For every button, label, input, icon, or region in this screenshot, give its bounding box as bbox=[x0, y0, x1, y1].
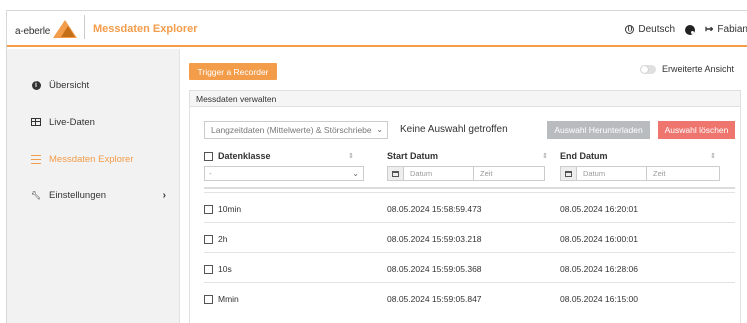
app-title: Messdaten Explorer bbox=[93, 23, 198, 35]
cell-start: 08.05.2024 15:58:59.473 bbox=[387, 204, 482, 214]
cell-start: 08.05.2024 15:59:05.368 bbox=[387, 264, 482, 274]
start-date-filter: Datum Zeit bbox=[387, 166, 545, 181]
datenklasse-filter-select[interactable]: - ⌄ bbox=[204, 166, 364, 181]
cell-datenklasse: 10min bbox=[218, 204, 242, 214]
data-type-select[interactable]: Langzeitdaten (Mittelwerte) & Störschrie… bbox=[204, 121, 388, 139]
sidebar-item-label: Übersicht bbox=[49, 79, 90, 91]
logo-text: a-eberle bbox=[15, 26, 51, 37]
language-label: Deutsch bbox=[638, 24, 676, 35]
header-divider bbox=[84, 15, 85, 39]
sort-icon[interactable]: ⇕ bbox=[348, 152, 354, 160]
column-label: Start Datum bbox=[387, 151, 439, 161]
sidebar: i Übersicht Live-Daten Messdaten Explore… bbox=[7, 49, 180, 323]
cell-datenklasse: 10s bbox=[218, 264, 232, 274]
language-selector[interactable]: Deutsch bbox=[625, 24, 675, 35]
wrench-icon: 🔧︎ bbox=[30, 190, 42, 200]
sidebar-item-live-daten[interactable]: Live-Daten bbox=[7, 111, 180, 133]
cell-start: 08.05.2024 15:59:05.847 bbox=[387, 294, 482, 304]
cell-end: 08.05.2024 16:15:00 bbox=[560, 294, 638, 304]
column-label: End Datum bbox=[560, 151, 608, 161]
chevron-right-icon: › bbox=[162, 189, 166, 201]
cell-end: 08.05.2024 16:28:06 bbox=[560, 264, 638, 274]
trigger-recorder-button[interactable]: Trigger a Recorder bbox=[189, 63, 277, 80]
start-time-input[interactable]: Zeit bbox=[474, 167, 544, 180]
sidebar-item-messdaten-explorer[interactable]: Messdaten Explorer bbox=[7, 148, 180, 170]
chevron-down-icon: ⌄ bbox=[376, 125, 383, 134]
table-header: Datenklasse ⇕ Start Datum ⇕ End Datum ⇕ … bbox=[204, 151, 735, 189]
column-header-end[interactable]: End Datum bbox=[560, 151, 608, 161]
column-header-datenklasse[interactable]: Datenklasse bbox=[204, 151, 271, 161]
table-icon bbox=[31, 118, 41, 126]
end-date-filter: Datum Zeit bbox=[560, 166, 720, 181]
sort-icon[interactable]: ⇕ bbox=[710, 152, 716, 160]
cell-datenklasse: Mmin bbox=[218, 294, 239, 304]
cell-start: 08.05.2024 15:59:03.218 bbox=[387, 234, 482, 244]
table-row[interactable]: Mmin 08.05.2024 15:59:05.847 08.05.2024 … bbox=[204, 282, 735, 312]
row-checkbox[interactable] bbox=[204, 264, 213, 274]
app-window: a-eberle Messdaten Explorer Deutsch ↦ Fa… bbox=[6, 10, 747, 323]
advanced-view-toggle[interactable]: Erweiterte Ansicht bbox=[639, 64, 734, 74]
logo-triangle-inner-icon bbox=[61, 26, 75, 37]
end-time-input[interactable]: Zeit bbox=[647, 167, 719, 180]
column-header-start[interactable]: Start Datum bbox=[387, 151, 438, 161]
column-label: Datenklasse bbox=[218, 151, 271, 161]
cell-datenklasse: 2h bbox=[218, 234, 228, 244]
palette-icon bbox=[685, 24, 696, 35]
panel-title: Messdaten verwalten bbox=[190, 91, 740, 107]
main-content: Trigger a Recorder Erweiterte Ansicht Me… bbox=[181, 49, 747, 323]
chevron-down-icon: ⌄ bbox=[352, 169, 359, 178]
toggle-label: Erweiterte Ansicht bbox=[661, 64, 734, 74]
filter-value: - bbox=[209, 169, 212, 178]
sidebar-item-einstellungen[interactable]: 🔧︎ Einstellungen › bbox=[7, 184, 180, 206]
data-type-value: Langzeitdaten (Mittelwerte) & Störschrie… bbox=[211, 125, 372, 135]
measurement-panel: Messdaten verwalten Langzeitdaten (Mitte… bbox=[189, 90, 741, 323]
clear-selection-button[interactable]: Auswahl löschen bbox=[658, 121, 735, 139]
user-name: Fabian bbox=[717, 24, 747, 35]
calendar-icon[interactable] bbox=[561, 167, 577, 180]
header-actions: Deutsch ↦ Fabian bbox=[625, 24, 747, 35]
download-selection-button[interactable]: Auswahl Herunterladen bbox=[547, 121, 650, 139]
sidebar-item-label: Einstellungen bbox=[49, 189, 107, 201]
selection-status: Keine Auswahl getroffen bbox=[400, 124, 508, 135]
row-checkbox[interactable] bbox=[204, 204, 213, 214]
sidebar-item-label: Live-Daten bbox=[49, 116, 95, 128]
row-checkbox[interactable] bbox=[204, 294, 213, 304]
user-logout-button[interactable]: ↦ Fabian bbox=[705, 24, 747, 35]
sidebar-item-uebersicht[interactable]: i Übersicht bbox=[7, 74, 180, 96]
app-header: a-eberle Messdaten Explorer Deutsch ↦ Fa… bbox=[7, 11, 747, 47]
sort-icon[interactable]: ⇕ bbox=[542, 152, 548, 160]
table-row[interactable]: 2h 08.05.2024 15:59:03.218 08.05.2024 16… bbox=[204, 222, 735, 252]
theme-button[interactable] bbox=[685, 24, 696, 35]
company-logo[interactable]: a-eberle bbox=[15, 20, 89, 40]
calendar-icon[interactable] bbox=[388, 167, 404, 180]
select-all-checkbox[interactable] bbox=[204, 151, 213, 161]
cell-end: 08.05.2024 16:00:01 bbox=[560, 234, 638, 244]
list-icon bbox=[31, 154, 41, 164]
logout-icon: ↦ bbox=[705, 24, 714, 35]
table-row[interactable]: 10s 08.05.2024 15:59:05.368 08.05.2024 1… bbox=[204, 252, 735, 282]
globe-icon bbox=[625, 25, 635, 34]
toggle-switch[interactable] bbox=[639, 64, 656, 74]
row-checkbox[interactable] bbox=[204, 234, 213, 244]
cell-end: 08.05.2024 16:20:01 bbox=[560, 204, 638, 214]
start-date-input[interactable]: Datum bbox=[404, 167, 474, 180]
info-icon: i bbox=[31, 80, 41, 90]
end-date-input[interactable]: Datum bbox=[577, 167, 647, 180]
sidebar-item-label: Messdaten Explorer bbox=[49, 153, 134, 165]
table-row[interactable]: 10min 08.05.2024 15:58:59.473 08.05.2024… bbox=[204, 192, 735, 222]
